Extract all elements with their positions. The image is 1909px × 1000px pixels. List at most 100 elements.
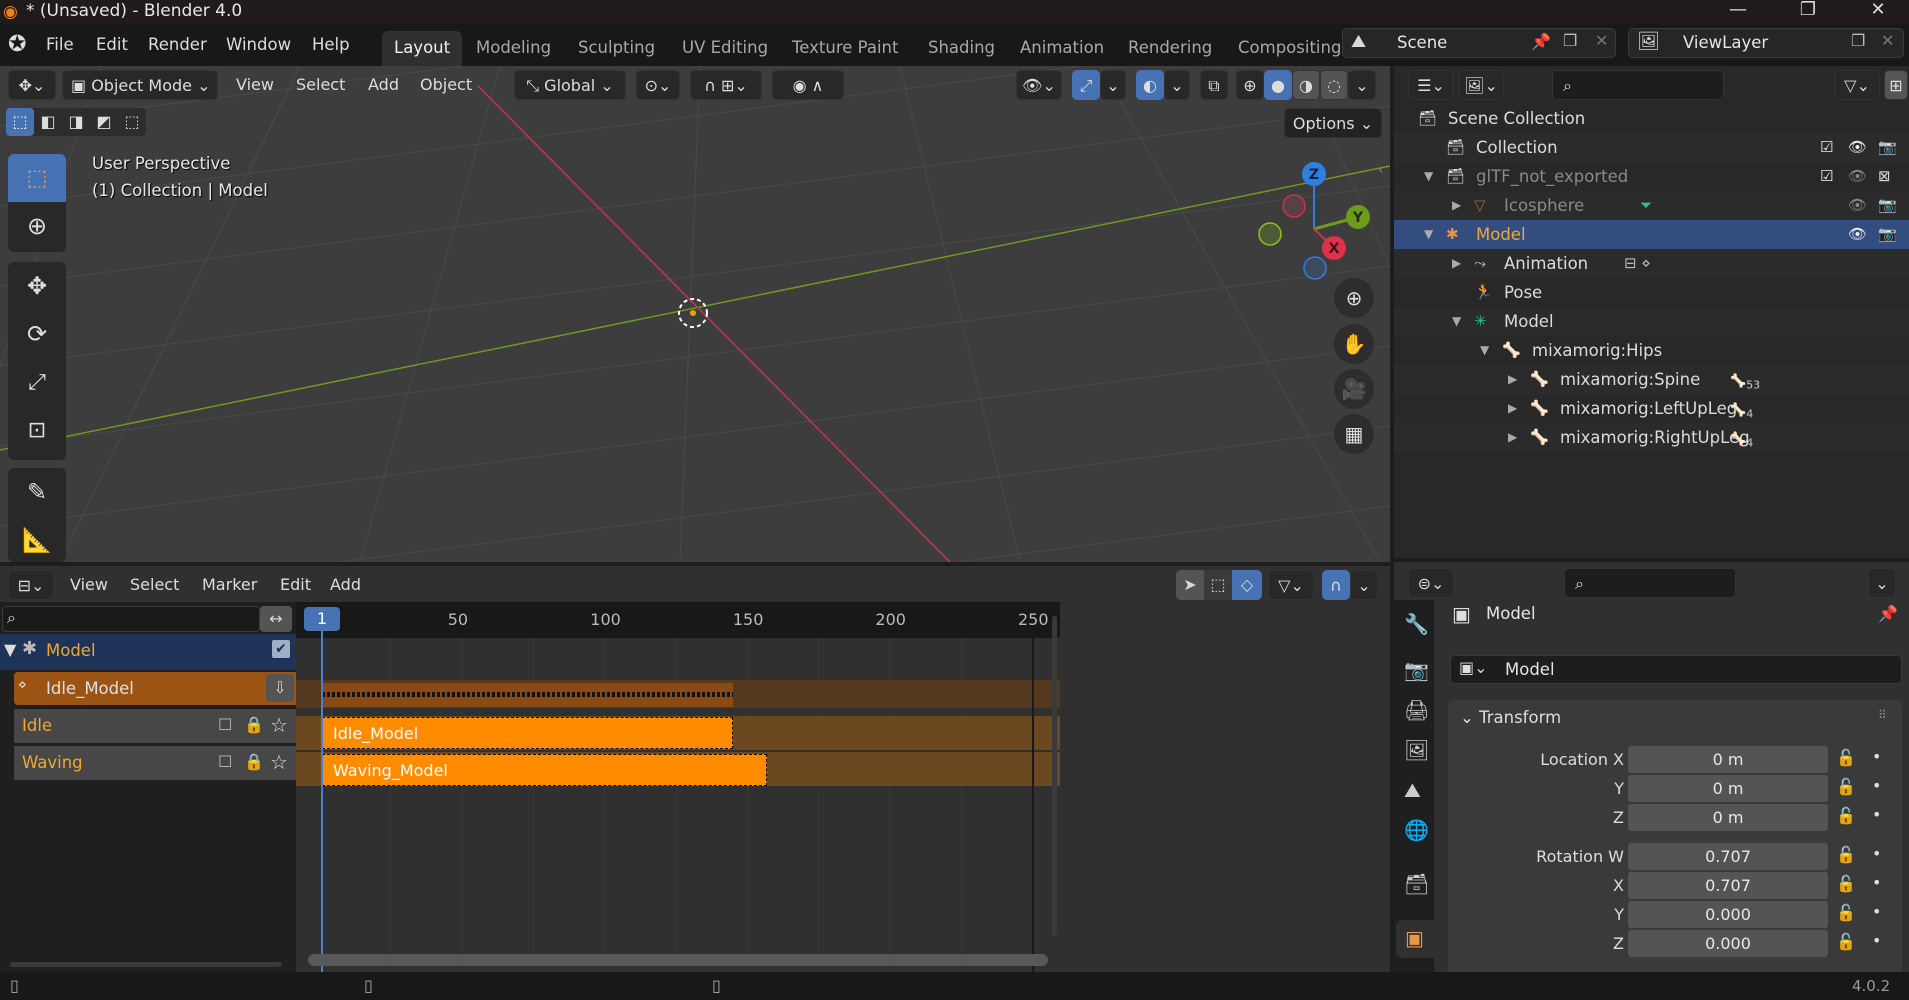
tool-annotate[interactable]: ✎ [8, 468, 66, 516]
lock-icon[interactable]: 🔓 [1836, 806, 1856, 825]
3d-viewport[interactable]: ✥⌄ ▣ Object Mode ⌄ View Select Add Objec… [0, 66, 1390, 562]
menu-help[interactable]: Help [312, 33, 350, 57]
rendered-shading-button[interactable]: ◌ [1320, 70, 1348, 100]
menu-add[interactable]: Add [368, 70, 399, 100]
nla-snap-toggle[interactable]: ∩ [1322, 570, 1350, 600]
menu-object[interactable]: Object [420, 70, 472, 100]
keyframe-select-button[interactable]: ◇ [1232, 570, 1262, 600]
tab-world-icon[interactable]: 🌐 [1404, 818, 1429, 842]
fcurve-only-toggle[interactable]: ↔ [260, 606, 292, 632]
transform-field-input[interactable]: 0 m [1628, 746, 1828, 773]
nla-frame-ruler[interactable] [296, 602, 1060, 638]
lock-icon[interactable]: 🔓 [1836, 903, 1856, 922]
transform-field-input[interactable]: 0.000 [1628, 930, 1828, 957]
ortho-toggle-button[interactable]: ▦ [1334, 414, 1374, 454]
collapse-arrow-icon[interactable]: ▼ [1424, 162, 1433, 191]
pin-icon[interactable]: 📌 [1878, 604, 1898, 623]
menu-select[interactable]: Select [296, 70, 345, 100]
keyframe-dot-icon[interactable]: • [1872, 776, 1881, 795]
tab-rendering[interactable]: Rendering [1116, 31, 1224, 66]
options-dropdown[interactable]: Options ⌄ [1284, 108, 1382, 138]
lock-icon[interactable]: 🔒 [244, 715, 264, 734]
pivot-point-dropdown[interactable]: ⊙⌄ [636, 70, 680, 100]
tab-animation[interactable]: Animation [1008, 31, 1116, 66]
outliner-row[interactable]: ▶ 🦴 mixamorig:RightUpLeg 🦴4 [1394, 423, 1909, 452]
outliner-row[interactable]: ▶ ⤳ Animation ⊟ ⋄ [1394, 249, 1909, 278]
nla-menu-select[interactable]: Select [130, 570, 179, 600]
menu-window[interactable]: Window [226, 33, 291, 57]
push-down-button[interactable]: ⇩ [266, 674, 294, 702]
select-invert-button[interactable]: ◩ [90, 108, 118, 136]
eye-icon[interactable]: 👁 [1848, 162, 1867, 191]
keyframe-dot-icon[interactable]: • [1872, 844, 1881, 863]
gizmo-dropdown[interactable]: ⌄ [1100, 70, 1126, 100]
eye-icon[interactable]: 👁 [1848, 220, 1867, 249]
lock-icon[interactable]: 🔓 [1836, 874, 1856, 893]
lock-icon[interactable]: 🔓 [1836, 777, 1856, 796]
maximize-button[interactable]: ❐ [1786, 0, 1830, 22]
tab-shading[interactable]: Shading [916, 31, 1007, 66]
transform-orientation-dropdown[interactable]: ⤡ Global ⌄ [514, 70, 626, 100]
select-extend-button[interactable]: ◧ [34, 108, 62, 136]
select-subtract-button[interactable]: ◨ [62, 108, 90, 136]
outliner-search-input[interactable]: ⌕ [1552, 70, 1724, 100]
keyframe-dot-icon[interactable]: • [1872, 805, 1881, 824]
nla-menu-add[interactable]: Add [330, 570, 361, 600]
object-data-dropdown-icon[interactable]: ▣⌄ [1459, 658, 1488, 677]
outliner-filter-button[interactable]: ▽⌄ [1834, 70, 1880, 100]
new-collection-button[interactable]: ⊞ [1884, 70, 1908, 100]
drag-handle-icon[interactable]: ⠿ [1878, 708, 1887, 722]
menu-render[interactable]: Render [148, 33, 207, 57]
solid-shading-button[interactable]: ● [1264, 70, 1292, 100]
tab-collection-icon[interactable]: 🗃 [1404, 872, 1429, 896]
object-name-value[interactable]: Model [1505, 660, 1555, 679]
keyframe-dot-icon[interactable]: • [1872, 902, 1881, 921]
tool-rotate[interactable]: ⟳ [8, 310, 66, 358]
expand-arrow-icon[interactable]: ▶ [1452, 191, 1461, 220]
select-new-button[interactable]: ⬚ [6, 108, 34, 136]
nla-channel-search-input[interactable]: ⌕ [2, 606, 260, 632]
keyframe-dot-icon[interactable]: • [1872, 873, 1881, 892]
delete-scene-icon[interactable]: ✕ [1595, 31, 1608, 50]
tab-view-layer-icon[interactable]: 🖼 [1404, 738, 1429, 762]
exclude-checkbox[interactable]: ☑ [1820, 162, 1833, 191]
view-layer-selector[interactable]: 🖼 ViewLayer ❐ ✕ [1628, 28, 1904, 58]
playhead-line[interactable] [321, 610, 323, 972]
blender-menu-icon[interactable]: ✪ [8, 32, 26, 57]
tool-cursor[interactable]: ⊕ [8, 202, 66, 250]
tool-move[interactable]: ✥ [8, 262, 66, 310]
tool-scale[interactable]: ⤢ [8, 358, 66, 406]
camera-icon[interactable]: 📷 [1878, 220, 1897, 249]
render-disabled-icon[interactable]: ⊠ [1878, 162, 1891, 191]
visibility-dropdown[interactable]: 👁⌄ [1016, 70, 1062, 100]
outliner-row[interactable]: ▶ 🦴 mixamorig:Spine 🦴53 [1394, 365, 1909, 394]
expand-arrow-icon[interactable]: ▶ [1508, 394, 1517, 423]
transform-field-input[interactable]: 0.707 [1628, 843, 1828, 870]
proportional-editing-toggle[interactable]: ◉ ∧ [772, 70, 844, 100]
editor-type-button[interactable]: ✥⌄ [8, 70, 56, 100]
nla-strip-idle[interactable]: Idle_Model [322, 717, 733, 749]
outliner-display-mode[interactable]: ☰⌄ [1408, 70, 1454, 100]
nla-track-waving[interactable]: Waving ☐ 🔒 ☆ [14, 746, 296, 780]
scene-name[interactable]: Scene [1397, 33, 1447, 52]
solo-checkbox[interactable]: ☐ [218, 715, 232, 734]
properties-options-dropdown[interactable]: ⌄ [1868, 568, 1896, 598]
tab-render-icon[interactable]: 📷 [1404, 658, 1429, 682]
eye-icon[interactable]: 👁 [1848, 191, 1867, 220]
nla-filter-button[interactable]: ▽⌄ [1268, 570, 1314, 600]
new-view-layer-icon[interactable]: ❐ [1851, 31, 1865, 50]
expand-icon[interactable]: ▼ [4, 640, 16, 659]
delete-view-layer-icon[interactable]: ✕ [1881, 31, 1894, 50]
snap-toggle[interactable]: ∩ ⊞⌄ [690, 70, 762, 100]
keyframe-dot-icon[interactable]: • [1872, 747, 1881, 766]
channel-scrollbar[interactable] [10, 962, 282, 967]
view-layer-name[interactable]: ViewLayer [1683, 33, 1768, 52]
expand-arrow-icon[interactable]: ▶ [1508, 423, 1517, 452]
nla-menu-view[interactable]: View [70, 570, 108, 600]
eye-icon[interactable]: 👁 [1848, 133, 1867, 162]
keyframe-dot-icon[interactable]: • [1872, 931, 1881, 950]
nla-menu-edit[interactable]: Edit [280, 570, 311, 600]
nla-strip-waving[interactable]: Waving_Model [322, 754, 767, 786]
tab-modeling[interactable]: Modeling [464, 31, 563, 66]
outliner-row[interactable]: 🏃 Pose [1394, 278, 1909, 307]
